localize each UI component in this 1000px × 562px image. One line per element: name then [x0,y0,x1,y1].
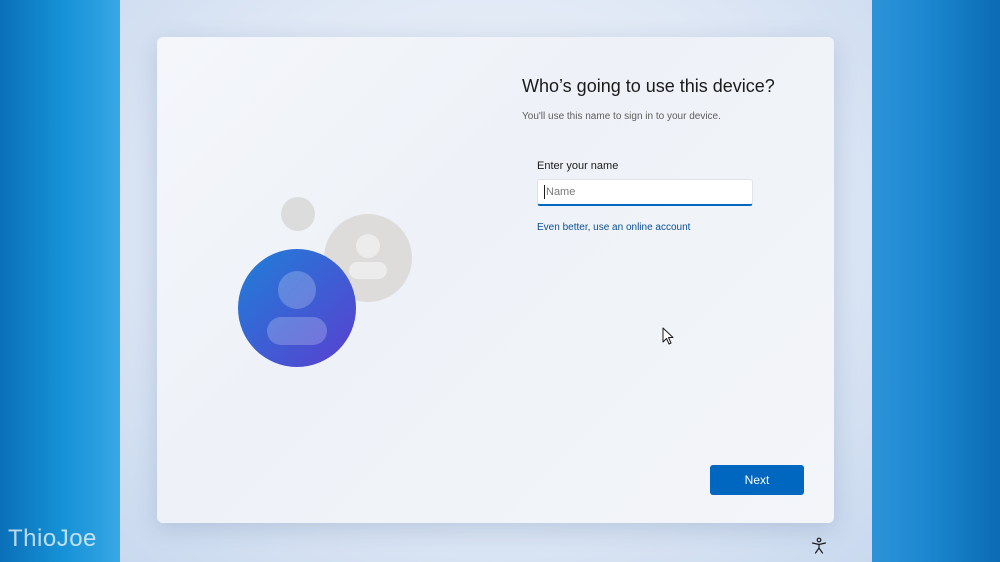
page-title: Who’s going to use this device? [522,76,775,96]
text-caret [544,185,545,199]
channel-watermark: ThioJoe [8,525,97,552]
name-field-label: Enter your name [537,160,619,172]
online-account-link[interactable]: Even better, use an online account [537,222,690,233]
desktop-background: Who’s going to use this device? You'll u… [0,0,1000,562]
mouse-pointer-icon [662,327,674,345]
next-button[interactable]: Next [710,465,804,495]
accessibility-icon[interactable] [810,537,828,555]
small-dot-icon [281,197,315,231]
user-accounts-illustration [238,197,412,367]
name-input[interactable] [537,179,753,206]
page-subtitle: You'll use this name to sign in to your … [522,111,721,122]
setup-card: Who’s going to use this device? You'll u… [157,37,834,523]
